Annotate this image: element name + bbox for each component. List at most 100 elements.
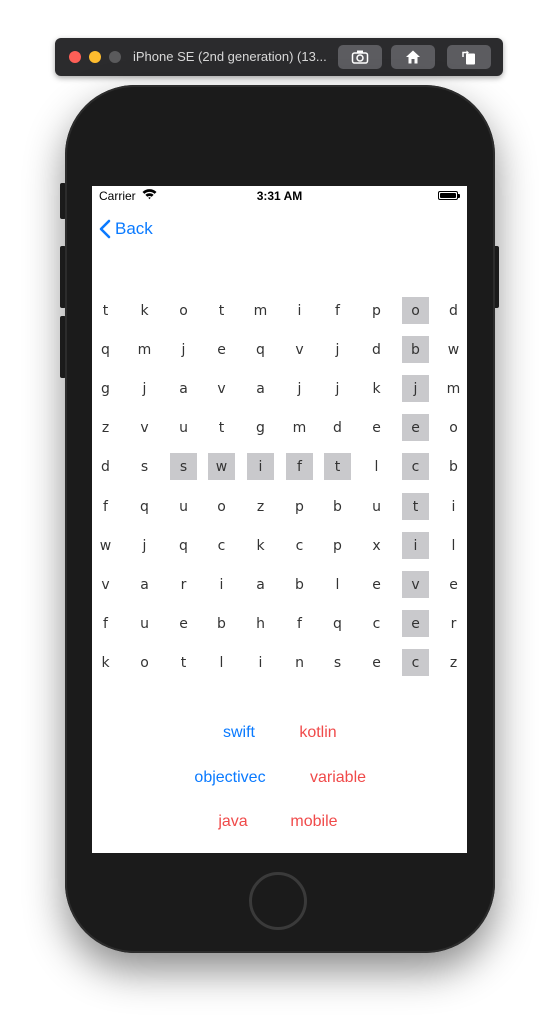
grid-cell[interactable]: b — [440, 453, 467, 480]
grid-cell[interactable]: k — [131, 297, 158, 324]
grid-cell[interactable]: g — [247, 414, 274, 441]
grid-cell[interactable]: c — [402, 649, 429, 676]
grid-cell[interactable]: g — [92, 375, 119, 402]
grid-cell[interactable]: w — [440, 336, 467, 363]
grid-cell[interactable]: m — [440, 375, 467, 402]
grid-cell[interactable]: v — [286, 336, 313, 363]
word-variable[interactable]: variable — [310, 769, 366, 787]
grid-cell[interactable]: j — [131, 532, 158, 559]
device-home-button[interactable] — [249, 872, 307, 930]
grid-cell[interactable]: f — [92, 493, 119, 520]
grid-cell[interactable]: q — [170, 532, 197, 559]
grid-cell[interactable]: j — [324, 375, 351, 402]
grid-cell[interactable]: d — [324, 414, 351, 441]
grid-cell[interactable]: f — [324, 297, 351, 324]
grid-cell[interactable]: e — [170, 610, 197, 637]
grid-cell[interactable]: o — [170, 297, 197, 324]
grid-cell[interactable]: q — [131, 493, 158, 520]
grid-cell[interactable]: o — [440, 414, 467, 441]
grid-cell[interactable]: t — [208, 414, 235, 441]
grid-cell[interactable]: a — [131, 571, 158, 598]
grid-cell[interactable]: u — [363, 493, 390, 520]
grid-cell[interactable]: c — [402, 453, 429, 480]
grid-cell[interactable]: s — [170, 453, 197, 480]
grid-cell[interactable]: d — [92, 453, 119, 480]
grid-cell[interactable]: r — [440, 610, 467, 637]
grid-cell[interactable]: u — [131, 610, 158, 637]
grid-cell[interactable]: w — [208, 453, 235, 480]
grid-cell[interactable]: z — [247, 493, 274, 520]
grid-cell[interactable]: e — [363, 649, 390, 676]
grid-cell[interactable]: w — [92, 532, 119, 559]
grid-cell[interactable]: b — [324, 493, 351, 520]
grid-cell[interactable]: m — [286, 414, 313, 441]
minimize-window-button[interactable] — [89, 51, 101, 63]
grid-cell[interactable]: b — [286, 571, 313, 598]
grid-cell[interactable]: f — [286, 610, 313, 637]
word-swift[interactable]: swift — [223, 724, 255, 742]
grid-cell[interactable]: a — [170, 375, 197, 402]
back-button[interactable]: Back — [99, 217, 153, 241]
word-objectivec[interactable]: objectivec — [194, 769, 265, 787]
grid-cell[interactable]: l — [208, 649, 235, 676]
grid-cell[interactable]: p — [324, 532, 351, 559]
close-window-button[interactable] — [69, 51, 81, 63]
grid-cell[interactable]: h — [247, 610, 274, 637]
word-java[interactable]: java — [218, 813, 247, 831]
grid-cell[interactable]: j — [402, 375, 429, 402]
grid-cell[interactable]: x — [363, 532, 390, 559]
grid-cell[interactable]: s — [131, 453, 158, 480]
grid-cell[interactable]: a — [247, 571, 274, 598]
grid-cell[interactable]: d — [363, 336, 390, 363]
grid-cell[interactable]: t — [208, 297, 235, 324]
grid-cell[interactable]: o — [208, 493, 235, 520]
grid-cell[interactable]: j — [324, 336, 351, 363]
word-mobile[interactable]: mobile — [290, 813, 337, 831]
grid-cell[interactable]: i — [286, 297, 313, 324]
grid-cell[interactable]: t — [92, 297, 119, 324]
grid-cell[interactable]: e — [402, 610, 429, 637]
grid-cell[interactable]: f — [286, 453, 313, 480]
grid-cell[interactable]: t — [324, 453, 351, 480]
grid-cell[interactable]: v — [208, 375, 235, 402]
grid-cell[interactable]: k — [92, 649, 119, 676]
grid-cell[interactable]: i — [440, 493, 467, 520]
grid-cell[interactable]: q — [324, 610, 351, 637]
word-kotlin[interactable]: kotlin — [299, 724, 336, 742]
grid-cell[interactable]: n — [286, 649, 313, 676]
grid-cell[interactable]: v — [402, 571, 429, 598]
grid-cell[interactable]: u — [170, 414, 197, 441]
rotate-button[interactable] — [447, 45, 491, 69]
grid-cell[interactable]: u — [170, 493, 197, 520]
grid-cell[interactable]: e — [363, 571, 390, 598]
grid-cell[interactable]: c — [286, 532, 313, 559]
grid-cell[interactable]: e — [363, 414, 390, 441]
grid-cell[interactable]: v — [131, 414, 158, 441]
home-button[interactable] — [391, 45, 435, 69]
grid-cell[interactable]: c — [363, 610, 390, 637]
grid-cell[interactable]: p — [286, 493, 313, 520]
grid-cell[interactable]: r — [170, 571, 197, 598]
grid-cell[interactable]: i — [247, 649, 274, 676]
grid-cell[interactable]: t — [402, 493, 429, 520]
grid-cell[interactable]: e — [440, 571, 467, 598]
grid-cell[interactable]: b — [208, 610, 235, 637]
grid-cell[interactable]: i — [247, 453, 274, 480]
grid-cell[interactable]: l — [440, 532, 467, 559]
grid-cell[interactable]: t — [170, 649, 197, 676]
grid-cell[interactable]: q — [247, 336, 274, 363]
grid-cell[interactable]: l — [324, 571, 351, 598]
grid-cell[interactable]: f — [92, 610, 119, 637]
screenshot-button[interactable] — [338, 45, 382, 69]
grid-cell[interactable]: e — [402, 414, 429, 441]
grid-cell[interactable]: q — [92, 336, 119, 363]
grid-cell[interactable]: j — [131, 375, 158, 402]
grid-cell[interactable]: i — [402, 532, 429, 559]
grid-cell[interactable]: m — [131, 336, 158, 363]
grid-cell[interactable]: m — [247, 297, 274, 324]
grid-cell[interactable]: o — [402, 297, 429, 324]
grid-cell[interactable]: k — [247, 532, 274, 559]
grid-cell[interactable]: c — [208, 532, 235, 559]
grid-cell[interactable]: d — [440, 297, 467, 324]
grid-cell[interactable]: e — [208, 336, 235, 363]
